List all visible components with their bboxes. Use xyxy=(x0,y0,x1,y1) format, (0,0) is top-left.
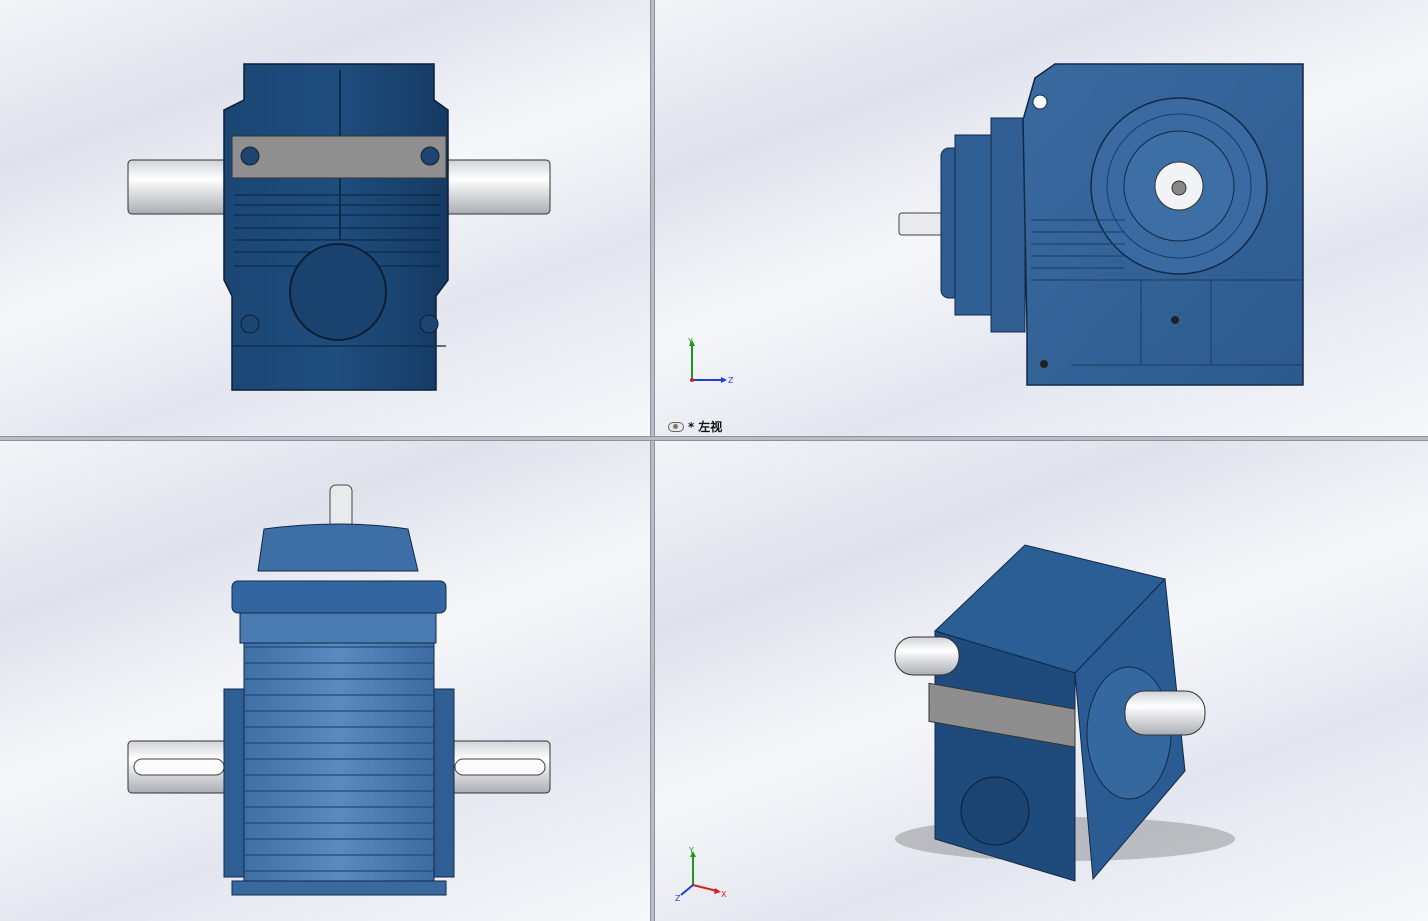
gearbox-side-model xyxy=(898,63,1304,386)
axis-triad: Y Z xyxy=(687,337,734,385)
vertical-splitter[interactable] xyxy=(650,0,655,921)
view-label-prefix: * xyxy=(688,419,695,434)
viewport-isometric[interactable]: Y X Z xyxy=(655,441,1428,921)
mounting-band xyxy=(231,135,447,179)
axis-z-label: Z xyxy=(728,376,734,385)
axis-z-label: Z xyxy=(675,894,681,901)
horizontal-splitter[interactable] xyxy=(0,436,1428,441)
right-shaft xyxy=(439,159,551,215)
view-orientation-label: * 左视 xyxy=(668,418,722,435)
input-shaft xyxy=(898,212,944,236)
input-shaft xyxy=(329,484,353,530)
viewport-top[interactable] xyxy=(0,441,650,921)
left-shaft xyxy=(127,159,239,215)
axis-triad-iso: Y X Z xyxy=(675,846,727,901)
gearbox-iso-model xyxy=(894,544,1235,882)
axis-x-label: X xyxy=(721,890,727,899)
iso-right-shaft xyxy=(1124,690,1206,736)
iso-bearing-cover xyxy=(960,776,1030,846)
motor-flange xyxy=(257,523,419,572)
display-mode-icon[interactable] xyxy=(668,421,684,432)
bearing-cover xyxy=(289,243,387,341)
viewport-front[interactable] xyxy=(0,0,650,436)
iso-left-shaft xyxy=(894,636,960,676)
viewport-left[interactable]: Y Z * 左视 xyxy=(655,0,1428,436)
axis-y-label: Y xyxy=(687,337,693,346)
view-label-text: 左视 xyxy=(698,420,723,434)
cad-workspace: Y Z * 左视 Y X Z xyxy=(0,0,1428,921)
gearbox-front-model xyxy=(127,63,551,391)
gearbox-top-model xyxy=(127,484,551,896)
axis-y-label: Y xyxy=(688,846,694,855)
housing-body xyxy=(223,63,449,391)
